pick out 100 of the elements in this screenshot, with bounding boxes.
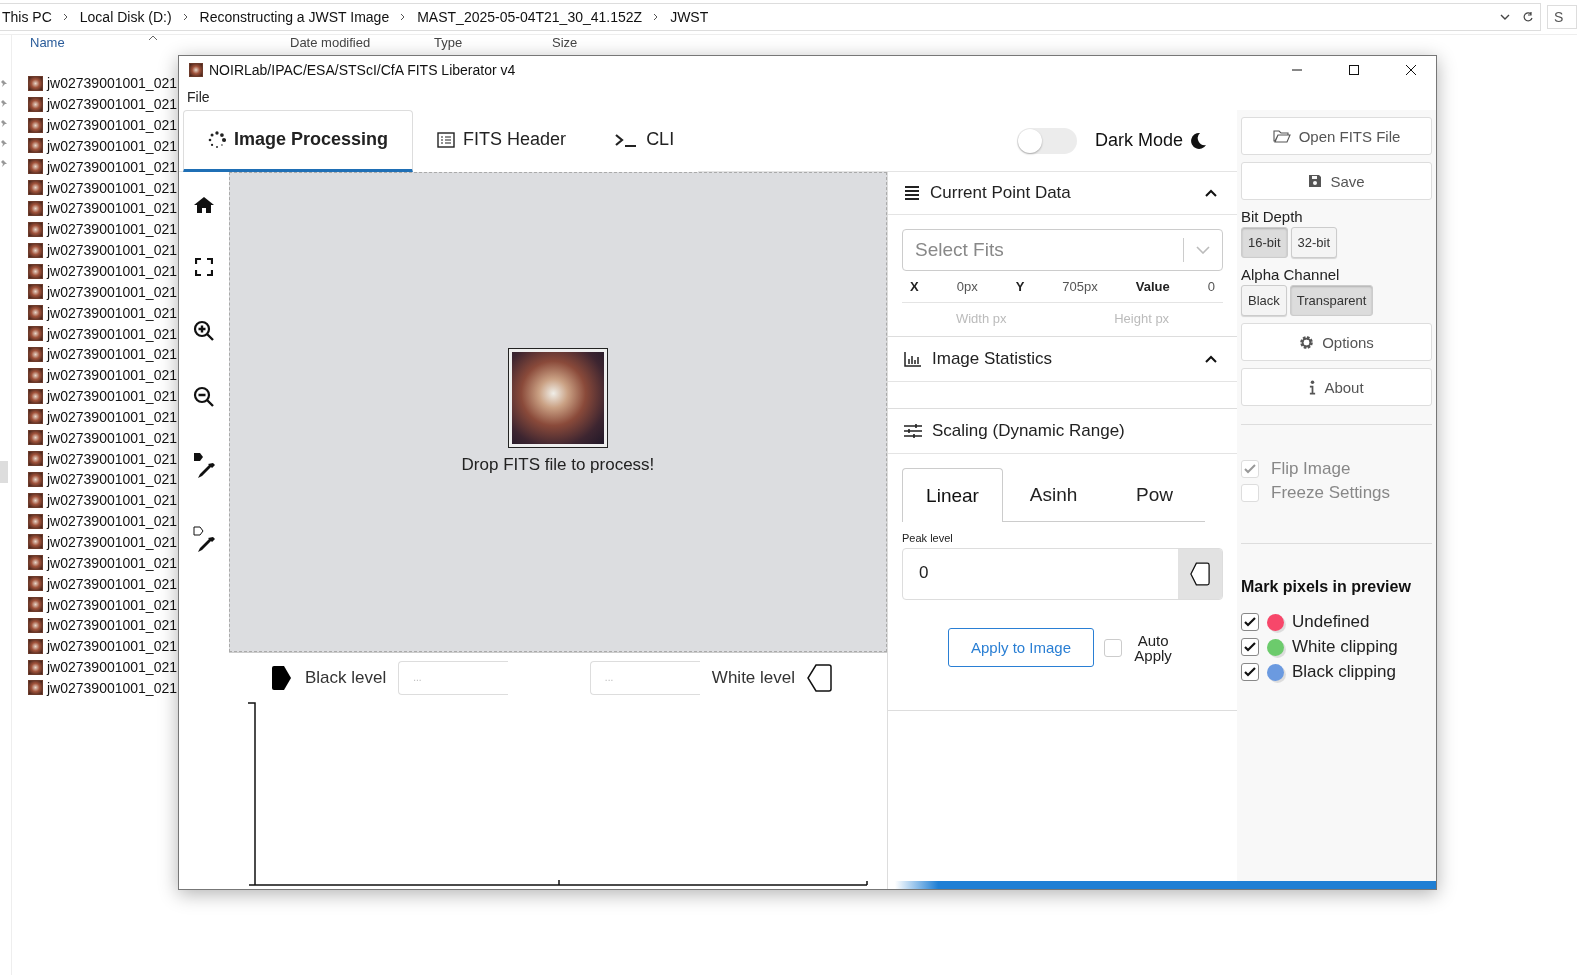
bit-depth-option[interactable]: 16-bit bbox=[1241, 227, 1288, 258]
close-icon[interactable] bbox=[1405, 64, 1417, 76]
file-name[interactable]: jw02739001001_021 bbox=[47, 679, 177, 696]
preview-canvas[interactable]: Drop FITS file to process! bbox=[228, 172, 887, 652]
fits-select[interactable]: Select Fits bbox=[902, 229, 1223, 271]
open-file-button[interactable]: Open FITS File bbox=[1241, 117, 1432, 155]
save-icon bbox=[1308, 174, 1323, 188]
mark-checkbox[interactable] bbox=[1241, 638, 1259, 656]
file-name[interactable]: jw02739001001_021 bbox=[47, 96, 177, 113]
alpha-option[interactable]: Black bbox=[1241, 285, 1287, 316]
file-name[interactable]: jw02739001001_021 bbox=[47, 346, 177, 363]
file-name[interactable]: jw02739001001_021 bbox=[47, 283, 177, 300]
file-name[interactable]: jw02739001001_021 bbox=[47, 242, 177, 259]
file-name[interactable]: jw02739001001_021 bbox=[47, 221, 177, 238]
selection-marker bbox=[0, 461, 8, 483]
file-name[interactable]: jw02739001001_021 bbox=[47, 575, 177, 592]
section-header[interactable]: Image Statistics bbox=[888, 336, 1237, 382]
pixel-value: 0 bbox=[1207, 279, 1215, 294]
file-name[interactable]: jw02739001001_021 bbox=[47, 408, 177, 425]
zoom-out-icon[interactable] bbox=[192, 386, 215, 408]
file-name[interactable]: jw02739001001_021 bbox=[47, 117, 177, 134]
setting-label: Flip Image bbox=[1271, 459, 1351, 479]
coordinate-value: 0px bbox=[956, 279, 978, 294]
maximize-icon[interactable] bbox=[1348, 64, 1360, 76]
info-icon bbox=[1309, 379, 1317, 395]
column-header[interactable]: Name bbox=[30, 35, 65, 50]
list-lines-icon bbox=[904, 185, 920, 201]
file-name[interactable]: jw02739001001_021 bbox=[47, 513, 177, 530]
file-name[interactable]: jw02739001001_021 bbox=[47, 200, 177, 217]
breadcrumb[interactable]: Local Disk (D:) bbox=[79, 9, 172, 25]
image-file-icon bbox=[28, 534, 43, 550]
setting-checkbox[interactable] bbox=[1241, 460, 1259, 478]
collapse-caret-icon[interactable] bbox=[1205, 189, 1217, 197]
tab[interactable]: Image Processing bbox=[183, 109, 414, 172]
file-name[interactable]: jw02739001001_021 bbox=[47, 158, 177, 175]
dark-mode-toggle[interactable] bbox=[1016, 127, 1077, 154]
file-name[interactable]: jw02739001001_021 bbox=[47, 263, 177, 279]
image-file-icon bbox=[28, 471, 43, 487]
refresh-icon[interactable] bbox=[1522, 11, 1534, 23]
file-name[interactable]: jw02739001001_021 bbox=[47, 554, 177, 571]
file-name[interactable]: jw02739001001_021 bbox=[47, 450, 177, 467]
breadcrumb[interactable]: Reconstructing a JWST Image bbox=[199, 9, 390, 25]
breadcrumb[interactable]: This PC bbox=[2, 9, 52, 25]
image-file-icon bbox=[28, 513, 43, 529]
fullscreen-icon[interactable] bbox=[194, 258, 213, 276]
mark-checkbox[interactable] bbox=[1241, 663, 1259, 681]
apply-button[interactable]: Apply to Image bbox=[948, 628, 1095, 667]
image-file-icon bbox=[28, 659, 43, 675]
moon-icon bbox=[1189, 131, 1207, 150]
bit-depth-option[interactable]: 32-bit bbox=[1290, 227, 1338, 258]
setting-checkbox[interactable] bbox=[1241, 484, 1259, 502]
column-header[interactable]: Type bbox=[434, 35, 463, 50]
breadcrumb[interactable]: JWST bbox=[670, 9, 709, 25]
file-name[interactable]: jw02739001001_021 bbox=[47, 179, 177, 196]
file-name[interactable]: jw02739001001_021 bbox=[47, 638, 177, 655]
search-field[interactable]: S bbox=[1547, 5, 1577, 29]
pin-icon bbox=[0, 119, 8, 127]
mark-checkbox[interactable] bbox=[1241, 613, 1259, 631]
collapse-caret-icon[interactable] bbox=[1205, 355, 1217, 363]
chevron-icon bbox=[61, 13, 70, 21]
image-file-icon bbox=[28, 326, 43, 342]
folder-icon bbox=[1272, 129, 1291, 143]
file-name[interactable]: jw02739001001_021 bbox=[47, 325, 177, 342]
file-name[interactable]: jw02739001001_021 bbox=[47, 137, 177, 154]
file-name[interactable]: jw02739001001_021 bbox=[47, 492, 177, 509]
save-button[interactable]: Save bbox=[1241, 162, 1432, 200]
sort-caret-icon bbox=[148, 35, 158, 41]
auto-apply-checkbox[interactable] bbox=[1104, 638, 1123, 657]
image-file-icon bbox=[28, 430, 43, 446]
setting-label: Freeze Settings bbox=[1271, 483, 1391, 503]
scaling-tab[interactable]: Linear bbox=[902, 468, 1003, 522]
image-file-icon bbox=[28, 451, 43, 467]
file-name[interactable]: jw02739001001_021 bbox=[47, 534, 177, 550]
file-name[interactable]: jw02739001001_021 bbox=[47, 367, 177, 384]
file-name[interactable]: jw02739001001_021 bbox=[47, 596, 177, 613]
file-name[interactable]: jw02739001001_021 bbox=[47, 304, 177, 321]
file-name[interactable]: jw02739001001_021 bbox=[47, 429, 177, 446]
options-button[interactable]: Options bbox=[1241, 323, 1432, 361]
about-button[interactable]: About bbox=[1241, 368, 1432, 406]
file-name[interactable]: jw02739001001_021 bbox=[47, 471, 177, 488]
section-header[interactable]: Scaling (Dynamic Range) bbox=[888, 408, 1237, 454]
breadcrumb[interactable]: MAST_2025-05-04T21_30_41.152Z bbox=[417, 9, 643, 25]
zoom-in-icon[interactable] bbox=[192, 320, 215, 342]
dropdown-icon[interactable] bbox=[1500, 12, 1510, 22]
alpha-option[interactable]: Transparent bbox=[1289, 285, 1374, 316]
menu-item[interactable]: File bbox=[187, 89, 210, 105]
column-header[interactable]: Size bbox=[552, 35, 578, 50]
drop-hint: Drop FITS file to process! bbox=[461, 455, 655, 475]
address-bar[interactable]: This PC Local Disk (D:) Reconstructing a JWST Image MAST_2025-05-04T21_30_41.152Z JWST bbox=[0, 3, 1541, 31]
file-name[interactable]: jw02739001001_021 bbox=[47, 388, 177, 405]
section-title: Image Statistics bbox=[932, 349, 1052, 369]
section-title: Current Point Data bbox=[930, 183, 1071, 203]
column-header[interactable]: Date modified bbox=[290, 35, 371, 50]
file-name[interactable]: jw02739001001_021 bbox=[47, 659, 177, 676]
image-file-icon bbox=[28, 242, 43, 258]
file-name[interactable]: jw02739001001_021 bbox=[47, 75, 177, 92]
file-name[interactable]: jw02739001001_021 bbox=[47, 617, 177, 634]
section-header[interactable]: Current Point Data bbox=[888, 172, 1237, 215]
image-file-icon bbox=[28, 409, 43, 425]
home-icon[interactable] bbox=[192, 196, 215, 214]
